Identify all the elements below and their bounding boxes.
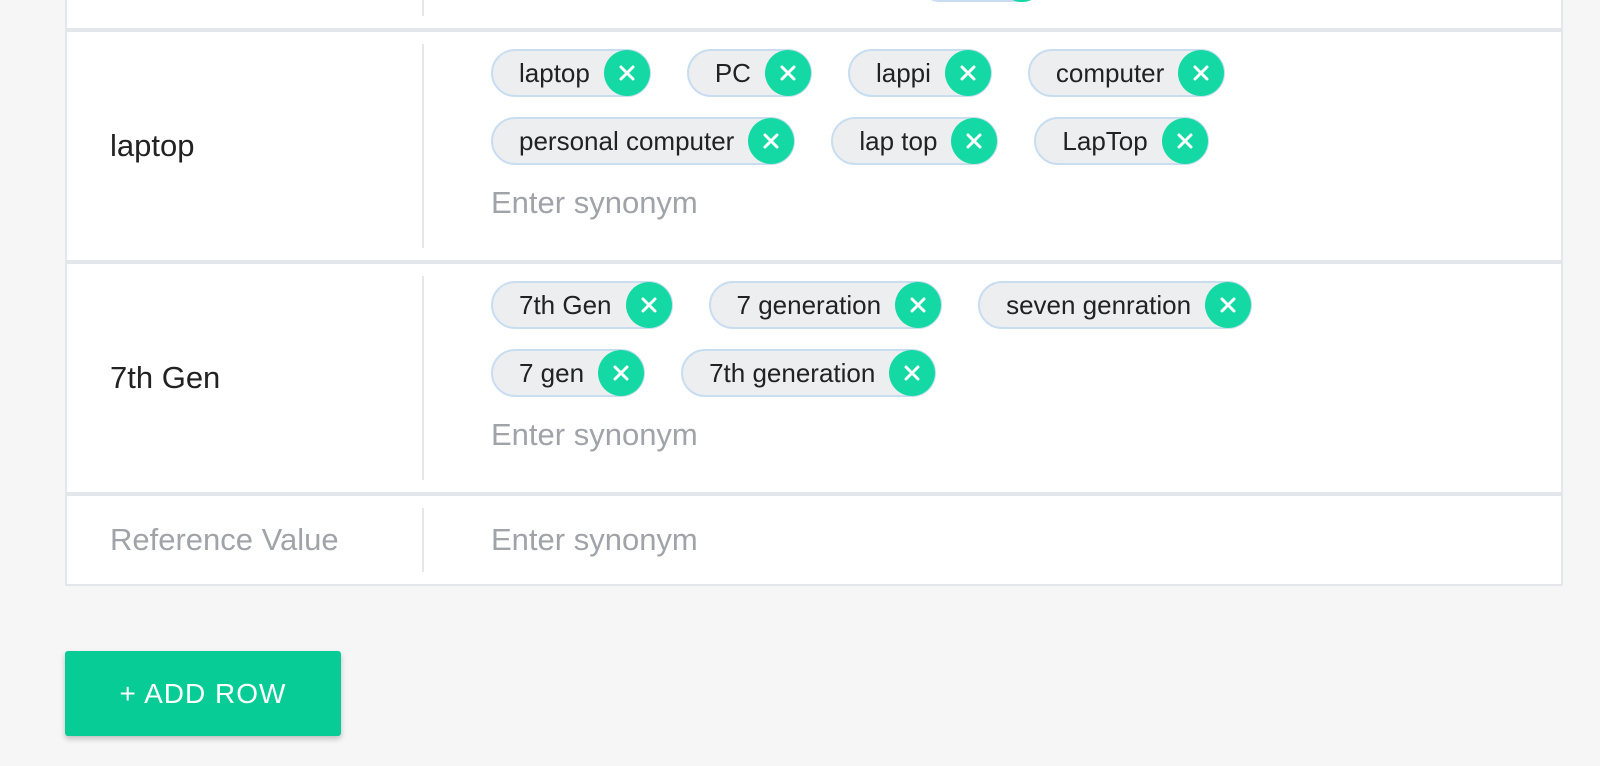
synonym-chip-label: laptop [519,57,590,88]
table-row: laptop laptop PC lappi computer personal com… [67,28,1561,260]
synonym-cell [424,496,1561,584]
add-row-button[interactable]: + ADD ROW [65,651,341,736]
synonym-cell [424,0,1561,28]
close-icon[interactable] [999,0,1045,2]
synonym-chip-list: laptop PC lappi computer personal computer la… [491,49,1561,165]
reference-value-placeholder[interactable]: Reference Value [67,496,424,584]
synonym-chip[interactable]: 7th generation [681,349,937,397]
synonym-chip-label: seven genration [1006,289,1192,320]
synonym-chip-label: 7 gen [519,357,585,388]
synonym-chip-label: PC [714,57,751,88]
close-icon[interactable] [951,118,998,164]
synonym-chip[interactable]: 7 gen [491,349,646,397]
synonym-chip[interactable]: lap top [831,117,999,165]
close-icon[interactable] [603,50,650,96]
synonym-chip-label: lappi [875,57,931,88]
synonym-input[interactable] [491,413,1091,457]
close-icon[interactable] [764,50,811,96]
synonym-cell: laptop PC lappi computer personal computer la… [424,32,1561,260]
synonym-chip-label: lap top [859,125,938,156]
synonym-chip[interactable]: computer [1027,49,1226,97]
synonym-chip[interactable]: lappi [847,49,992,97]
synonym-chip[interactable]: seven genration [978,281,1253,329]
synonym-input[interactable] [491,181,1091,225]
synonym-chip[interactable]: 7 generation [708,281,943,329]
close-icon[interactable] [895,282,942,328]
synonym-chip-label: personal computer [519,125,735,156]
chip-line: 7 gen 7th generation [491,349,1561,397]
close-icon[interactable] [944,50,991,96]
close-icon[interactable] [625,282,672,328]
synonym-chip-list: 7th Gen 7 generation seven genration 7 gen 7… [491,281,1561,397]
close-icon[interactable] [1205,282,1252,328]
synonyms-table: laptop laptop PC lappi computer personal com… [65,0,1563,586]
synonym-input[interactable] [491,518,1091,562]
reference-cell [67,0,424,28]
synonym-chip-partial [917,0,1045,2]
synonym-chip-label: 7th Gen [519,289,612,320]
close-icon[interactable] [1178,50,1225,96]
close-icon[interactable] [748,118,795,164]
table-row-partial [67,0,1561,28]
chip-line: personal computer lap top LapTop [491,117,1561,165]
synonym-chip[interactable]: 7th Gen [491,281,673,329]
synonym-chip-label: 7 generation [736,289,882,320]
reference-value[interactable]: laptop [67,32,424,260]
synonym-chip-label: LapTop [1062,125,1148,156]
synonym-cell: 7th Gen 7 generation seven genration 7 gen 7… [424,264,1561,492]
reference-value[interactable]: 7th Gen [67,264,424,492]
chip-line: 7th Gen 7 generation seven genration [491,281,1561,329]
close-icon[interactable] [598,350,645,396]
close-icon[interactable] [1161,118,1208,164]
table-row: 7th Gen 7th Gen 7 generation seven genrati… [67,260,1561,492]
close-icon[interactable] [889,350,936,396]
chip-line: laptop PC lappi computer [491,49,1561,97]
new-table-row: Reference Value [67,492,1561,584]
synonym-chip[interactable]: PC [686,49,812,97]
synonym-chip[interactable]: LapTop [1034,117,1209,165]
synonym-chip-label: computer [1055,57,1165,88]
synonym-chip[interactable]: personal computer [491,117,796,165]
synonym-chip-label: 7th generation [709,357,876,388]
synonym-chip[interactable]: laptop [491,49,651,97]
